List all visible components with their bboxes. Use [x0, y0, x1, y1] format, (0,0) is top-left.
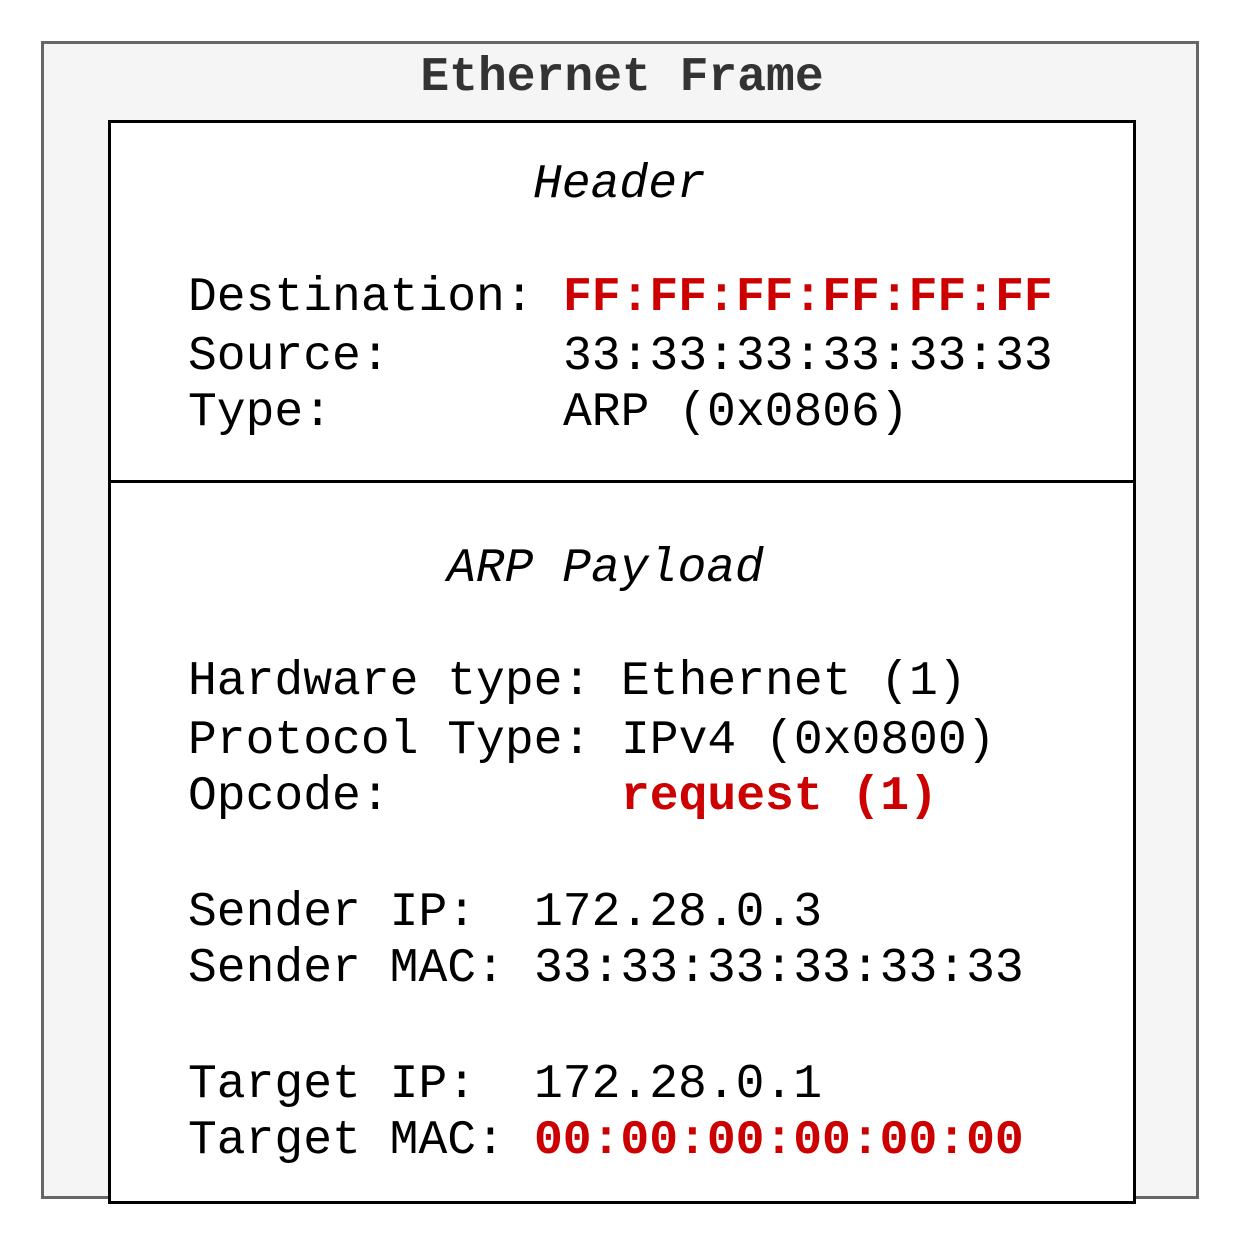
- payload-target-ip-label: Target IP:: [188, 1058, 477, 1112]
- header-type-value: ARP (0x0806): [563, 386, 909, 440]
- payload-opcode-value: request (1): [621, 770, 938, 824]
- header-source-label: Source:: [188, 330, 390, 384]
- payload-sender-ip-label: Sender IP:: [188, 886, 477, 940]
- header-destination-value: FF:FF:FF:FF:FF:FF: [563, 271, 1053, 325]
- payload-hardware-type-label: Hardware type:: [188, 655, 592, 709]
- payload-sender-ip-value: 172.28.0.3: [534, 886, 823, 940]
- payload-protocol-type-value: IPv4 (0x0800): [621, 714, 996, 768]
- payload-hardware-type-value: Ethernet (1): [621, 655, 967, 709]
- payload-opcode-label: Opcode:: [188, 770, 390, 824]
- header-destination-label: Destination:: [188, 271, 534, 325]
- payload-protocol-type-label: Protocol Type:: [188, 714, 592, 768]
- payload-title: ARP Payload: [447, 542, 764, 596]
- payload-sender-mac-label: Sender MAC:: [188, 942, 505, 996]
- header-source-value: 33:33:33:33:33:33: [563, 330, 1053, 384]
- payload-target-mac-label: Target MAC:: [188, 1114, 505, 1168]
- payload-target-ip-value: 172.28.0.1: [534, 1058, 823, 1112]
- payload-sender-mac-value: 33:33:33:33:33:33: [534, 942, 1024, 996]
- header-type-label: Type:: [188, 386, 333, 440]
- payload-target-mac-value: 00:00:00:00:00:00: [534, 1114, 1024, 1168]
- header-title: Header: [533, 158, 706, 212]
- frame-title: Ethernet Frame: [420, 51, 824, 105]
